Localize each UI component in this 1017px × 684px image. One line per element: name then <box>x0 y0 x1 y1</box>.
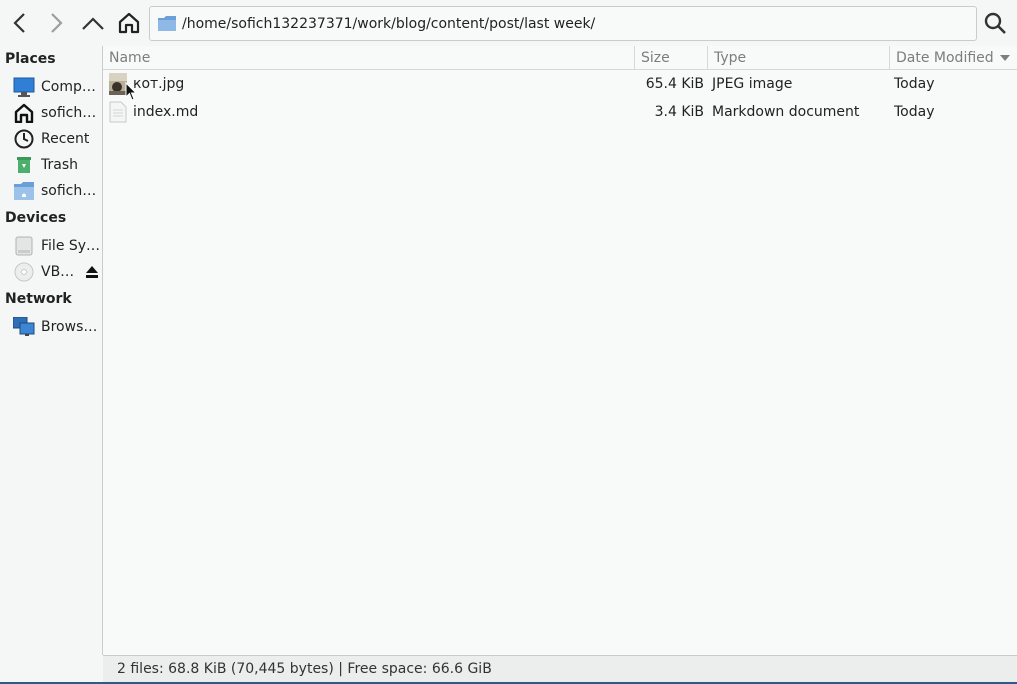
column-header-label: Name <box>109 49 151 66</box>
file-list: Name Size Type Date Modified кот.jpg 65.… <box>103 46 1017 655</box>
sidebar-item-label: File Sy… <box>41 238 101 254</box>
places-header: Places <box>5 51 56 67</box>
file-type: Markdown document <box>712 104 860 120</box>
file-date: Today <box>894 76 935 92</box>
search-icon <box>984 12 1006 34</box>
network-header: Network <box>5 291 72 307</box>
computer-icon <box>13 76 35 98</box>
table-row[interactable]: index.md 3.4 KiB Markdown document Today <box>103 98 1017 126</box>
location-bar[interactable]: /home/sofich132237371/work/blog/content/… <box>149 6 977 41</box>
sidebar-item-label: VB… <box>41 264 75 280</box>
column-header-date[interactable]: Date Modified <box>890 46 1017 70</box>
file-type: JPEG image <box>712 76 793 92</box>
sidebar-item-label: Trash <box>41 157 78 173</box>
sidebar-item-home[interactable]: sofich… <box>13 101 101 125</box>
back-button[interactable] <box>6 8 34 38</box>
column-header-label: Size <box>641 49 670 66</box>
up-button[interactable] <box>79 8 107 38</box>
eject-icon[interactable] <box>85 265 99 279</box>
folder-icon <box>13 180 35 202</box>
sidebar-item-label: Comp… <box>41 79 96 95</box>
sidebar-item-trash[interactable]: Trash <box>13 153 101 177</box>
file-name: кот.jpg <box>133 76 185 92</box>
column-header-type[interactable]: Type <box>708 46 890 70</box>
clock-icon <box>13 128 35 150</box>
file-size: 3.4 KiB <box>654 104 704 120</box>
sidebar-item-computer[interactable]: Comp… <box>13 75 101 99</box>
status-text: 2 files: 68.8 KiB (70,445 bytes) | Free … <box>117 661 492 677</box>
sidebar-item-label: sofich… <box>41 183 97 199</box>
sidebar: Places Comp… sofich… Recent Trash sofich… <box>0 46 103 655</box>
chevron-left-icon <box>13 13 25 33</box>
file-size: 65.4 KiB <box>645 76 704 92</box>
status-bar: 2 files: 68.8 KiB (70,445 bytes) | Free … <box>103 655 1017 682</box>
disc-icon <box>13 261 35 283</box>
table-row[interactable]: кот.jpg 65.4 KiB JPEG image Today <box>103 70 1017 98</box>
trash-icon <box>13 154 35 176</box>
home-icon <box>13 102 35 124</box>
column-header-size[interactable]: Size <box>635 46 708 70</box>
toolbar: /home/sofich132237371/work/blog/content/… <box>0 0 1017 46</box>
sidebar-item-label: sofich… <box>41 105 97 121</box>
forward-button[interactable] <box>42 8 70 38</box>
sidebar-item-filesystem[interactable]: File Sy… <box>13 234 101 258</box>
chevron-up-icon <box>82 17 104 30</box>
text-document-icon <box>109 98 127 126</box>
sidebar-item-browse-network[interactable]: Brows… <box>13 315 101 339</box>
column-header-label: Type <box>714 49 747 66</box>
sidebar-item-home-folder[interactable]: sofich… <box>13 179 101 203</box>
devices-header: Devices <box>5 210 67 226</box>
column-header-label: Date Modified <box>896 49 994 66</box>
home-button[interactable] <box>115 8 143 38</box>
home-icon <box>118 12 140 34</box>
drive-icon <box>13 235 35 257</box>
chevron-right-icon <box>51 13 63 33</box>
network-icon <box>13 316 35 338</box>
sidebar-item-recent[interactable]: Recent <box>13 127 101 151</box>
mouse-cursor <box>125 82 137 101</box>
file-name: index.md <box>133 104 199 120</box>
folder-icon <box>158 16 176 31</box>
column-header-name[interactable]: Name <box>103 46 635 70</box>
sidebar-item-label: Brows… <box>41 319 98 335</box>
file-date: Today <box>894 104 935 120</box>
search-button[interactable] <box>981 8 1009 38</box>
location-path: /home/sofich132237371/work/blog/content/… <box>182 15 596 32</box>
sidebar-item-label: Recent <box>41 131 90 147</box>
sort-descending-icon <box>999 54 1010 61</box>
